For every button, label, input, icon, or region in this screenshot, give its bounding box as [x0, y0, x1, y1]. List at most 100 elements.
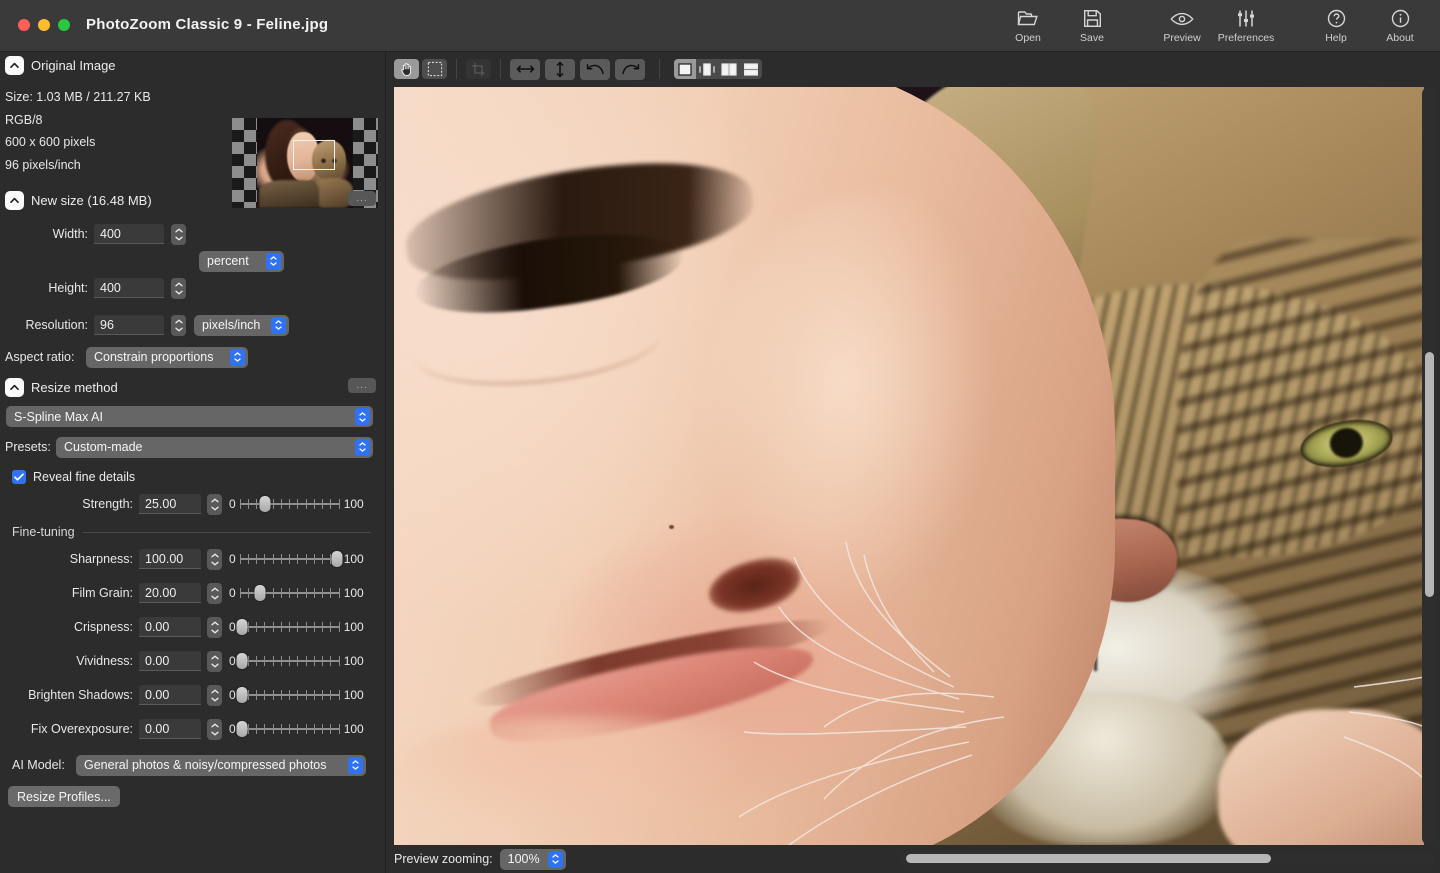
- rotate-left-button[interactable]: [580, 58, 610, 80]
- brighten-shadows-slider[interactable]: 0 100: [229, 686, 364, 704]
- crispness-slider[interactable]: 0 100: [229, 618, 364, 636]
- presets-select[interactable]: Custom-made: [56, 436, 373, 458]
- maximize-button[interactable]: [58, 19, 70, 31]
- brighten-shadows-track[interactable]: [236, 686, 340, 704]
- film-grain-track[interactable]: [239, 584, 340, 602]
- new-size-options-button[interactable]: ...: [348, 191, 376, 207]
- strength-stepper[interactable]: [207, 493, 222, 515]
- brighten-shadows-stepper[interactable]: [207, 684, 222, 706]
- fix-overexposure-input[interactable]: [139, 719, 201, 740]
- resize-method-options-button[interactable]: ...: [348, 378, 376, 394]
- brighten-shadows-input[interactable]: [139, 685, 201, 706]
- sharpness-input[interactable]: [139, 549, 201, 570]
- resolution-input[interactable]: [94, 315, 164, 336]
- brighten-shadows-min: 0: [229, 688, 236, 703]
- crispness-stepper[interactable]: [207, 616, 222, 638]
- minimize-button[interactable]: [38, 19, 50, 31]
- toolbar-save-button[interactable]: Save: [1060, 3, 1124, 49]
- toolbar-separator-3: [659, 59, 660, 79]
- view-single-button[interactable]: [674, 59, 696, 79]
- preview-zoom-select[interactable]: 100%: [499, 848, 566, 870]
- window-controls: [18, 19, 70, 31]
- chevron-up-icon[interactable]: [5, 377, 24, 397]
- resize-method-select[interactable]: S-Spline Max AI: [6, 406, 373, 428]
- original-image-section-header[interactable]: Original Image: [0, 54, 385, 76]
- crispness-track[interactable]: [236, 618, 340, 636]
- preview-canvas[interactable]: [394, 87, 1424, 845]
- width-unit-select[interactable]: percent: [199, 250, 284, 272]
- height-input[interactable]: [94, 278, 164, 299]
- title-bar: PhotoZoom Classic 9 - Feline.jpg Open Sa…: [0, 0, 1440, 52]
- toolbar-preview-button[interactable]: Preview: [1150, 3, 1214, 49]
- hand-tool-button[interactable]: [394, 59, 419, 79]
- aspect-ratio-select[interactable]: Constrain proportions: [86, 346, 248, 368]
- vertical-scrollbar-thumb[interactable]: [1425, 352, 1434, 597]
- vividness-input[interactable]: [139, 651, 201, 672]
- vividness-stepper[interactable]: [207, 650, 222, 672]
- reveal-fine-details-checkbox[interactable]: [12, 470, 26, 485]
- vertical-scrollbar[interactable]: [1422, 87, 1436, 845]
- film-grain-min: 0: [229, 586, 236, 601]
- film-grain-stepper[interactable]: [207, 582, 222, 604]
- close-button[interactable]: [18, 19, 30, 31]
- sharpness-stepper[interactable]: [207, 548, 222, 570]
- toolbar-help-button[interactable]: Help: [1304, 3, 1368, 49]
- chevron-up-icon[interactable]: [5, 55, 24, 75]
- fix-overexposure-thumb[interactable]: [236, 721, 248, 738]
- horizontal-scrollbar-thumb[interactable]: [906, 854, 1271, 863]
- new-size-section-header[interactable]: New size (16.48 MB) ...: [0, 189, 385, 211]
- horizontal-scrollbar[interactable]: [900, 851, 1435, 865]
- marquee-select-tool-button[interactable]: [422, 59, 447, 79]
- sharpness-thumb[interactable]: [331, 551, 343, 568]
- ai-model-select[interactable]: General photos & noisy/compressed photos: [76, 754, 366, 776]
- view-split-center-button[interactable]: [696, 59, 718, 79]
- vividness-track[interactable]: [236, 652, 340, 670]
- reveal-fine-details-row[interactable]: Reveal fine details: [0, 470, 385, 485]
- resize-method-section-header[interactable]: Resize method ...: [0, 376, 385, 398]
- height-stepper[interactable]: [171, 277, 186, 299]
- crispness-thumb[interactable]: [236, 619, 248, 636]
- presets-value: Custom-made: [64, 440, 143, 455]
- chevron-up-icon[interactable]: [5, 190, 24, 210]
- crispness-min: 0: [229, 620, 236, 635]
- fit-width-button[interactable]: [510, 58, 540, 80]
- fit-height-button[interactable]: [545, 58, 575, 80]
- width-stepper[interactable]: [171, 223, 186, 245]
- strength-track[interactable]: [239, 495, 340, 513]
- fix-overexposure-slider[interactable]: 0 100: [229, 720, 364, 738]
- view-stacked-button[interactable]: [740, 59, 762, 79]
- toolbar-about-button[interactable]: About: [1368, 3, 1432, 49]
- sharpness-track[interactable]: [239, 550, 343, 568]
- strength-input[interactable]: [139, 494, 201, 515]
- ai-model-label: AI Model:: [12, 758, 65, 773]
- film-grain-slider[interactable]: 0 100: [229, 584, 364, 602]
- toolbar-preferences-button[interactable]: Preferences: [1214, 3, 1278, 49]
- chevron-updown-icon: [547, 850, 563, 868]
- fix-overexposure-stepper[interactable]: [207, 718, 222, 740]
- resolution-stepper[interactable]: [171, 314, 186, 336]
- slider-row-fix-overexposure: Fix Overexposure: 0 100: [0, 715, 385, 743]
- sliders-icon: [1236, 9, 1256, 29]
- strength-thumb[interactable]: [259, 496, 271, 513]
- crispness-input[interactable]: [139, 617, 201, 638]
- thumbnail-roi-rectangle[interactable]: [293, 140, 335, 170]
- sharpness-slider[interactable]: 0 100: [229, 550, 364, 568]
- width-unit-value: percent: [207, 254, 249, 269]
- toolbar-open-button[interactable]: Open: [996, 3, 1060, 49]
- sharpness-max: 100: [343, 552, 364, 567]
- brighten-shadows-thumb[interactable]: [236, 687, 248, 704]
- resolution-unit-select[interactable]: pixels/inch: [194, 314, 289, 336]
- view-side-by-side-button[interactable]: [718, 59, 740, 79]
- fix-overexposure-track[interactable]: [236, 720, 340, 738]
- rotate-right-button[interactable]: [615, 58, 645, 80]
- vividness-slider[interactable]: 0 100: [229, 652, 364, 670]
- slider-row-sharpness: Sharpness: 0 100: [0, 545, 385, 573]
- vividness-thumb[interactable]: [236, 653, 248, 670]
- height-label: Height:: [48, 281, 88, 296]
- film-grain-input[interactable]: [139, 583, 201, 604]
- chevron-updown-icon: [355, 438, 370, 456]
- resize-profiles-button[interactable]: Resize Profiles...: [8, 786, 120, 808]
- width-input[interactable]: [94, 224, 164, 245]
- film-grain-thumb[interactable]: [254, 585, 266, 602]
- strength-slider[interactable]: 0 100: [229, 495, 364, 513]
